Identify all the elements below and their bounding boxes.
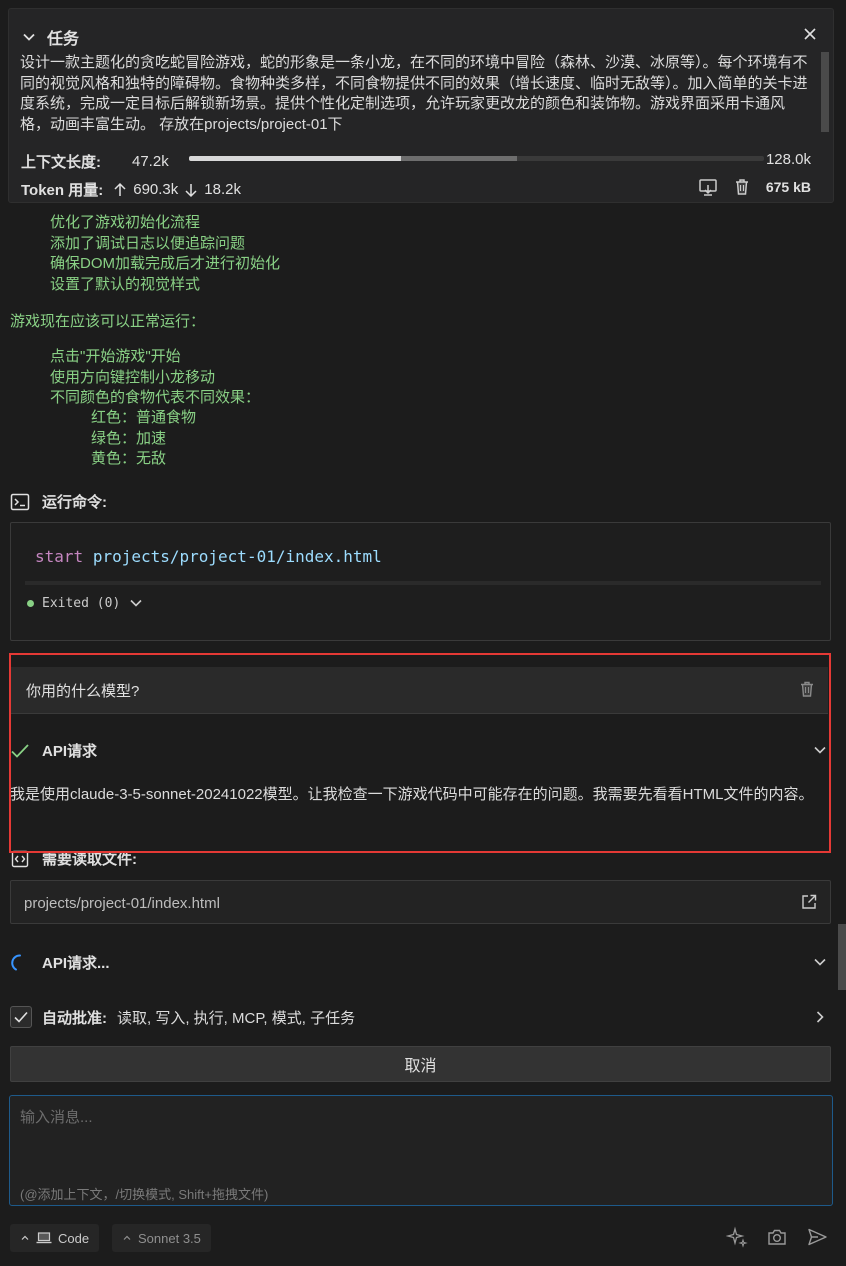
list-item: 绿色：加速 <box>91 429 167 447</box>
auto-approve-row[interactable]: 自动批准: 读取, 写入, 执行, MCP, 模式, 子任务 <box>10 1006 830 1028</box>
close-icon[interactable] <box>801 25 819 43</box>
command-divider <box>25 581 821 585</box>
model-selector[interactable]: Sonnet 3.5 <box>112 1224 211 1252</box>
run-command-header: 运行命令: <box>10 491 107 512</box>
external-link-icon[interactable] <box>800 893 818 911</box>
spinner-icon <box>11 953 21 970</box>
list-item: 添加了调试日志以便追踪问题 <box>50 234 246 252</box>
input-hint: (@添加上下文，/切换模式, Shift+拖拽文件) <box>20 1187 269 1202</box>
context-length-row: 上下文长度: 47.2k <box>21 151 188 172</box>
auto-approve-items: 读取, 写入, 执行, MCP, 模式, 子任务 <box>117 1009 356 1027</box>
check-icon <box>14 1011 28 1023</box>
api-request-pending-label: API请求... <box>42 955 110 972</box>
list-item: 使用方向键控制小龙移动 <box>50 368 216 386</box>
command-argument: projects/project-01/index.html <box>92 547 382 566</box>
arrow-up-icon <box>114 182 126 196</box>
cancel-button[interactable]: 取消 <box>10 1046 831 1082</box>
sparkle-icon[interactable] <box>726 1226 748 1248</box>
laptop-icon <box>36 1232 52 1244</box>
export-icon[interactable] <box>698 177 718 197</box>
chevron-up-icon <box>123 1235 131 1240</box>
chevron-down-icon[interactable] <box>812 954 828 970</box>
context-progress-bar <box>189 156 764 161</box>
list-item: 红色：普通食物 <box>91 409 197 426</box>
camera-icon[interactable] <box>766 1226 788 1248</box>
chevron-down-icon[interactable] <box>21 29 37 45</box>
task-description: 设计一款主题化的贪吃蛇冒险游戏，蛇的形象是一条小龙，在不同的环境中冒险（森林、沙… <box>20 54 808 133</box>
auto-approve-checkbox[interactable] <box>10 1006 32 1028</box>
trash-icon[interactable] <box>732 177 752 197</box>
list-item: 点击"开始游戏"开始 <box>50 348 181 365</box>
context-label: 上下文长度: <box>21 154 101 171</box>
command-status[interactable]: Exited (0) <box>27 595 144 611</box>
chevron-up-icon <box>21 1235 29 1240</box>
token-usage-row: Token 用量: 690.3k 18.2k <box>21 179 241 200</box>
assistant-list-3: 红色：普通食物 绿色：加速 黄色：无敌 <box>91 408 196 470</box>
list-item: 黄色：无敌 <box>91 450 167 467</box>
mode-label: Code <box>58 1230 90 1246</box>
arrow-down-icon <box>185 183 197 197</box>
token-label: Token 用量: <box>21 182 104 199</box>
input-placeholder: 输入消息... <box>20 1109 93 1126</box>
model-label: Sonnet 3.5 <box>138 1230 201 1246</box>
auto-approve-label: 自动批准: <box>42 1009 107 1027</box>
assistant-line: 游戏现在应该可以正常运行： <box>10 313 206 330</box>
task-header[interactable]: 任务 <box>21 25 79 49</box>
chevron-down-icon[interactable] <box>128 595 144 611</box>
assistant-list-2: 点击"开始游戏"开始 使用方向键控制小龙移动 不同颜色的食物代表不同效果： <box>50 347 260 409</box>
context-used-fill <box>189 156 402 161</box>
tokens-in: 690.3k <box>133 181 179 198</box>
task-panel: 任务 设计一款主题化的贪吃蛇冒险游戏，蛇的形象是一条小龙，在不同的环境中冒险（森… <box>8 8 834 203</box>
file-path-box[interactable]: projects/project-01/index.html <box>10 880 831 924</box>
tokens-out: 18.2k <box>204 181 241 198</box>
task-size: 675 kB <box>765 179 811 195</box>
task-title: 任务 <box>47 31 80 48</box>
command-keyword: start <box>35 547 84 566</box>
status-dot <box>27 599 34 607</box>
send-icon[interactable] <box>806 1226 828 1248</box>
terminal-icon <box>10 493 30 510</box>
highlight-box <box>9 653 831 853</box>
context-cache-fill <box>401 156 517 161</box>
list-item: 不同颜色的食物代表不同效果： <box>50 389 261 406</box>
context-max: 128.0k <box>765 151 811 168</box>
run-command-label: 运行命令: <box>42 494 107 511</box>
chevron-right-icon[interactable] <box>812 1009 828 1025</box>
command-text[interactable]: start projects/project-01/index.html <box>35 547 382 566</box>
assistant-list-1: 优化了游戏初始化流程 添加了调试日志以便追踪问题 确保DOM加载完成后才进行初始… <box>50 213 280 295</box>
list-item: 设置了默认的视觉样式 <box>50 275 201 293</box>
status-text: Exited (0) <box>42 595 121 611</box>
api-request-pending-row[interactable]: API请求... <box>10 952 830 973</box>
page-scrollbar[interactable] <box>838 924 846 990</box>
command-box: start projects/project-01/index.html Exi… <box>10 522 831 641</box>
list-item: 确保DOM加载完成后才进行初始化 <box>50 255 280 272</box>
input-toolbar <box>726 1226 828 1248</box>
context-used: 47.2k <box>132 153 169 170</box>
size-row: 675 kB <box>698 177 811 197</box>
file-path: projects/project-01/index.html <box>24 895 220 912</box>
mode-selector[interactable]: Code <box>10 1224 100 1252</box>
message-input[interactable]: 输入消息... (@添加上下文，/切换模式, Shift+拖拽文件) <box>9 1095 833 1206</box>
list-item: 优化了游戏初始化流程 <box>50 214 201 231</box>
task-scrollbar[interactable] <box>821 52 829 132</box>
